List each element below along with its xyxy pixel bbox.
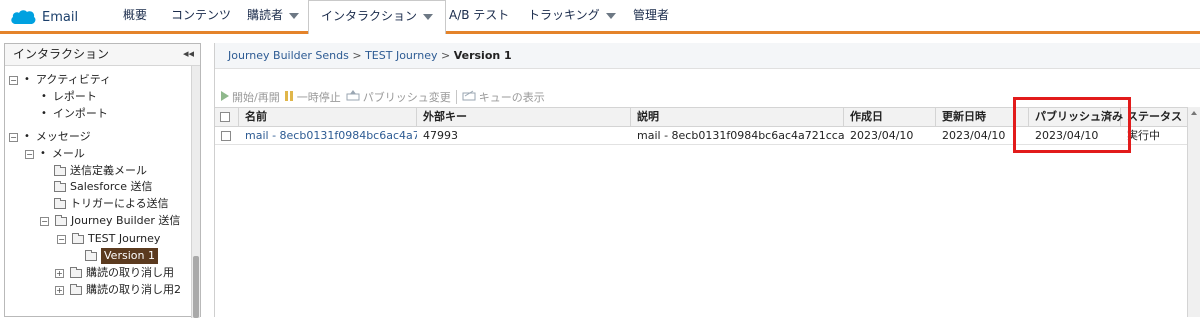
expand-toggle-icon[interactable]: + xyxy=(55,268,64,278)
toolbar: 開始/再開 一時停止 パブリッシュ変更 キューの表示 xyxy=(221,88,550,106)
cell-created: 2023/04/10 xyxy=(850,129,914,142)
highlight-box xyxy=(1013,97,1131,153)
pause-icon xyxy=(284,90,294,104)
cell-external-key: 47993 xyxy=(423,129,458,142)
folder-icon xyxy=(70,283,82,295)
tree-item-unsubscribe-2[interactable]: + 購読の取り消し用2 xyxy=(55,282,181,298)
folder-icon xyxy=(54,180,66,192)
breadcrumb-current: Version 1 xyxy=(453,49,512,62)
queue-icon xyxy=(462,90,476,104)
nav-tab-subscribers[interactable]: 購読者 xyxy=(245,0,301,31)
app-logo[interactable]: Email xyxy=(10,7,78,27)
tree-item-imports[interactable]: • インポート xyxy=(41,106,108,122)
pause-button[interactable]: 一時停止 xyxy=(284,89,341,105)
folder-icon xyxy=(85,249,97,261)
folder-icon xyxy=(55,214,67,226)
top-navigation: Email 概要 コンテンツ 購読者 インタラクション A/B テスト トラッキ… xyxy=(0,0,1200,34)
play-icon xyxy=(221,90,229,104)
collapse-panel-icon[interactable]: ◂◂ xyxy=(183,44,194,64)
select-all-checkbox[interactable] xyxy=(220,112,230,122)
panel-header: インタラクション ◂◂ xyxy=(5,44,200,66)
tree-item-journey-builder-send[interactable]: − Journey Builder 送信 xyxy=(40,213,180,229)
nav-tab-overview[interactable]: 概要 xyxy=(121,0,149,31)
collapse-toggle-icon[interactable]: − xyxy=(25,149,34,159)
start-resume-button[interactable]: 開始/再開 xyxy=(221,89,280,105)
tree-item-salesforce-send[interactable]: Salesforce 送信 xyxy=(54,179,152,195)
chevron-down-icon xyxy=(423,13,434,20)
nav-tab-interactions[interactable]: インタラクション xyxy=(308,0,447,34)
app-title: Email xyxy=(42,9,79,25)
collapse-toggle-icon[interactable]: − xyxy=(57,234,66,244)
chevron-down-icon xyxy=(289,12,300,19)
breadcrumb-link-test-journey[interactable]: TEST Journey xyxy=(365,49,437,62)
select-all-cell xyxy=(215,108,239,127)
tree-item-test-journey[interactable]: − TEST Journey xyxy=(57,231,160,247)
salesforce-cloud-icon xyxy=(10,8,36,26)
tree-item-messages[interactable]: − • メッセージ xyxy=(9,129,91,145)
tree-item-email[interactable]: − • メール xyxy=(25,146,85,162)
table-scrollbar[interactable] xyxy=(1187,107,1200,317)
scroll-up-icon[interactable] xyxy=(1191,111,1197,115)
nav-tab-admin[interactable]: 管理者 xyxy=(631,0,671,31)
collapse-toggle-icon[interactable]: − xyxy=(9,132,18,142)
breadcrumb-link-journey-builder-sends[interactable]: Journey Builder Sends xyxy=(228,49,349,62)
column-header-external-key[interactable]: 外部キー xyxy=(417,108,631,127)
tree-item-activities[interactable]: − • アクティビティ xyxy=(9,72,111,88)
tree-item-version-1[interactable]: Version 1 xyxy=(85,248,158,264)
tree-item-triggered-send[interactable]: トリガーによる送信 xyxy=(54,196,169,212)
publish-changes-button[interactable]: パブリッシュ変更 xyxy=(346,89,451,105)
folder-icon xyxy=(54,164,66,176)
content-panel: Journey Builder Sends > TEST Journey > V… xyxy=(214,43,1200,317)
breadcrumb-bar: Journey Builder Sends > TEST Journey > V… xyxy=(215,43,1200,69)
show-queue-button[interactable]: キューの表示 xyxy=(462,89,545,105)
chevron-down-icon xyxy=(605,12,616,19)
left-tree-panel: インタラクション ◂◂ − • アクティビティ • レポート • インポート −… xyxy=(4,43,201,318)
nav-tab-tracking[interactable]: トラッキング xyxy=(526,0,618,31)
tree-scrollbar[interactable] xyxy=(191,66,200,318)
column-header-name[interactable]: 名前 xyxy=(239,108,417,127)
nav-tab-ab-test[interactable]: A/B テスト xyxy=(447,0,511,31)
tree-item-unsubscribe-1[interactable]: + 購読の取り消し用 xyxy=(55,265,174,281)
folder-icon xyxy=(54,197,66,209)
panel-title: インタラクション xyxy=(13,47,110,61)
tree-item-defined-send[interactable]: 送信定義メール xyxy=(54,163,147,179)
breadcrumb: Journey Builder Sends > TEST Journey > V… xyxy=(228,49,512,62)
publish-icon xyxy=(346,90,360,104)
collapse-toggle-icon[interactable]: − xyxy=(9,75,18,85)
collapse-toggle-icon[interactable]: − xyxy=(40,216,49,226)
cell-description: mail - 8ecb0131f0984bc6ac4a721cca8edba7 xyxy=(637,129,844,142)
column-header-description[interactable]: 説明 xyxy=(631,108,844,127)
column-header-created[interactable]: 作成日 xyxy=(844,108,936,127)
expand-toggle-icon[interactable]: + xyxy=(55,285,64,295)
folder-icon xyxy=(72,232,84,244)
nav-tab-content[interactable]: コンテンツ xyxy=(169,0,233,31)
row-checkbox[interactable] xyxy=(221,131,231,141)
selected-tree-label: Version 1 xyxy=(101,248,158,264)
tree-item-reports[interactable]: • レポート xyxy=(41,89,97,105)
folder-icon xyxy=(70,266,82,278)
cell-name[interactable]: mail - 8ecb0131f0984bc6ac4a721c... xyxy=(239,127,417,145)
scrollbar-thumb[interactable] xyxy=(193,256,199,318)
